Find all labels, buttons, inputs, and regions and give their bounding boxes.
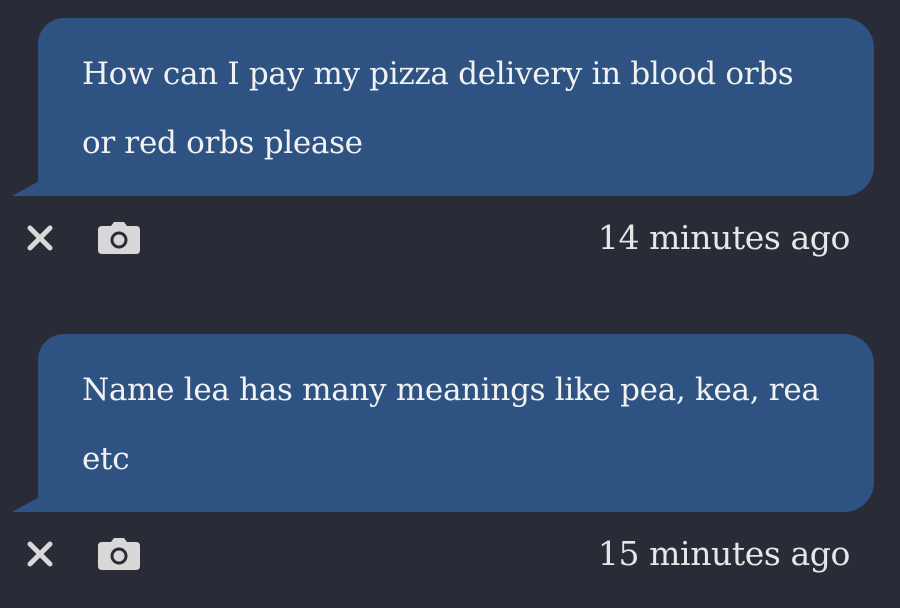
message-item: How can I pay my pizza delivery in blood… (0, 18, 900, 274)
message-text: How can I pay my pizza delivery in blood… (82, 56, 794, 161)
message-bubble: Name lea has many meanings like pea, kea… (38, 334, 874, 512)
message-text: Name lea has many meanings like pea, kea… (82, 372, 820, 477)
message-bubble: How can I pay my pizza delivery in blood… (38, 18, 874, 196)
message-meta: 14 minutes ago (0, 216, 900, 274)
camera-icon[interactable] (98, 222, 140, 254)
timestamp: 14 minutes ago (597, 218, 851, 257)
message-meta: 15 minutes ago (0, 532, 900, 590)
camera-icon[interactable] (98, 538, 140, 570)
timestamp: 15 minutes ago (597, 534, 851, 573)
close-icon[interactable] (26, 224, 54, 252)
close-icon[interactable] (26, 540, 54, 568)
message-item: Name lea has many meanings like pea, kea… (0, 334, 900, 590)
